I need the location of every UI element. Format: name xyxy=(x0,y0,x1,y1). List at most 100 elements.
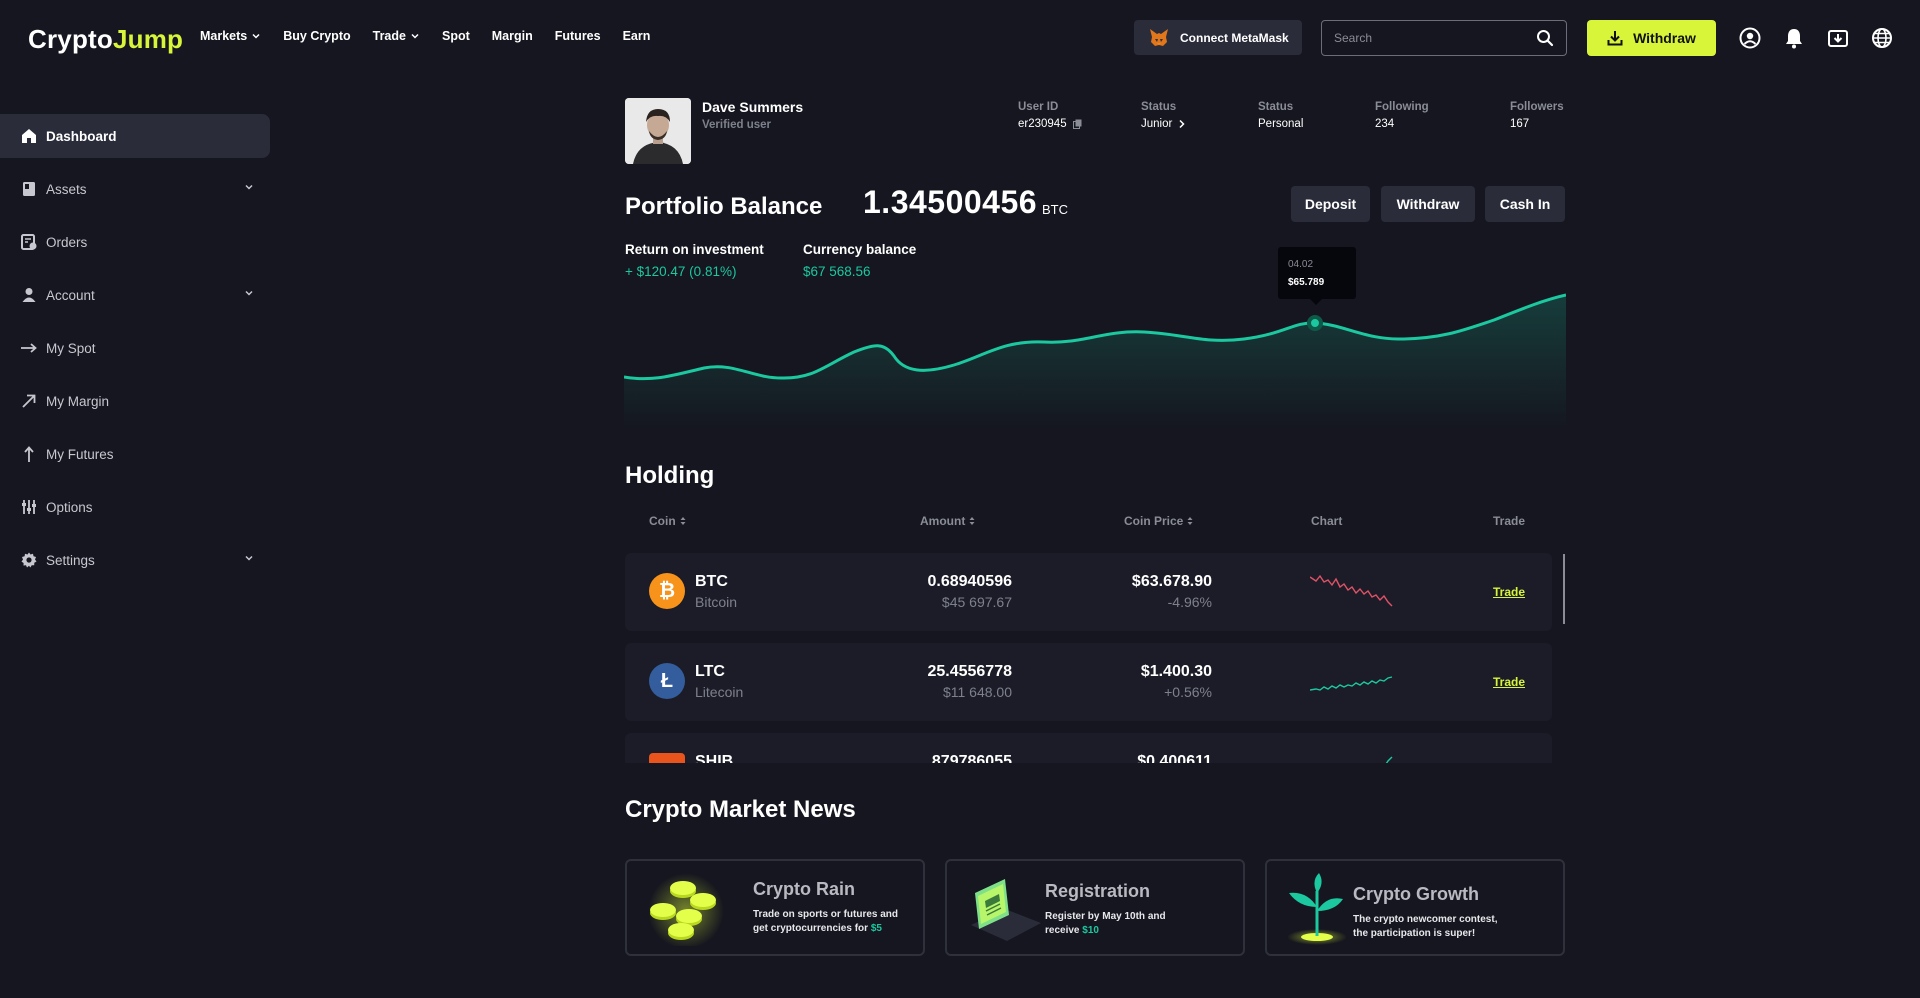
bell-icon[interactable] xyxy=(1782,26,1806,50)
nav-markets[interactable]: Markets xyxy=(200,29,261,43)
sparkline-chart xyxy=(1310,574,1393,607)
sidebar-item-settings[interactable]: Settings xyxy=(0,538,270,582)
nav-label: Markets xyxy=(200,29,248,43)
column-coin[interactable]: Coin xyxy=(649,514,686,528)
news-card-highlight: $5 xyxy=(870,923,882,934)
holdings-list[interactable]: ₿ BTC Bitcoin 0.68940596 $45 697.67 $63.… xyxy=(625,553,1565,763)
nav-label: Earn xyxy=(622,29,651,43)
portfolio-unit: BTC xyxy=(1042,202,1068,217)
sidebar-item-label: Orders xyxy=(46,234,88,250)
connect-metamask-button[interactable]: Connect MetaMask xyxy=(1134,20,1302,55)
news-card-crypto-rain[interactable]: Crypto Rain Trade on sports or futures a… xyxy=(625,859,925,956)
news-card-desc: The crypto newcomer contest, the partici… xyxy=(1353,913,1513,941)
stat-value: 234 xyxy=(1375,118,1395,130)
nav-buy-crypto[interactable]: Buy Crypto xyxy=(283,29,350,43)
coin-amount: 0.68940596 xyxy=(927,573,1012,590)
arrow-up-icon xyxy=(20,445,38,463)
coin-price: $63.678.90 xyxy=(1131,573,1212,590)
chevron-down-icon[interactable] xyxy=(244,553,254,563)
profile-icon[interactable] xyxy=(1738,26,1762,50)
news-card-text: The crypto newcomer contest, the partici… xyxy=(1353,914,1498,939)
search-icon[interactable] xyxy=(1536,29,1554,47)
nav-trade[interactable]: Trade xyxy=(373,29,420,43)
sidebar-item-account[interactable]: Account xyxy=(0,273,270,317)
sidebar-item-label: My Margin xyxy=(46,393,110,409)
stat-label: Followers xyxy=(1510,101,1564,113)
news-card-title: Registration xyxy=(1045,881,1151,901)
column-label: Coin xyxy=(649,514,676,528)
gear-icon xyxy=(20,551,38,569)
stat-following[interactable]: Following 234 xyxy=(1375,101,1429,130)
news-card-registration[interactable]: Registration Register by May 10th and re… xyxy=(945,859,1245,956)
sidebar-item-assets[interactable]: Assets xyxy=(0,167,270,211)
sliders-icon xyxy=(20,498,38,516)
coin-symbol: LTC xyxy=(695,663,725,680)
inbox-download-icon[interactable] xyxy=(1826,26,1850,50)
sidebar-item-orders[interactable]: Orders xyxy=(0,220,270,264)
withdraw-button[interactable]: Withdraw xyxy=(1587,20,1716,56)
coin-change: +0.56% xyxy=(1164,684,1212,700)
sidebar-item-my-margin[interactable]: My Margin xyxy=(0,379,270,423)
chevron-down-icon[interactable] xyxy=(244,182,254,192)
sidebar-item-dashboard[interactable]: Dashboard xyxy=(0,114,270,158)
table-row[interactable]: Ł LTC Litecoin 25.4556778 $11 648.00 $1.… xyxy=(625,643,1552,721)
cash-in-button[interactable]: Cash In xyxy=(1485,186,1565,222)
nav-label: Spot xyxy=(441,29,470,43)
table-row[interactable]: ₿ BTC Bitcoin 0.68940596 $45 697.67 $63.… xyxy=(625,553,1552,631)
withdraw-portfolio-button[interactable]: Withdraw xyxy=(1381,186,1475,222)
portfolio-balance-value: 1.34500456 xyxy=(863,184,1038,220)
coin-symbol: BTC xyxy=(695,573,728,590)
portfolio-chart[interactable] xyxy=(624,240,1566,430)
arrow-up-right-icon xyxy=(20,392,38,410)
nav-margin[interactable]: Margin xyxy=(492,29,533,43)
coin-change: -4.96% xyxy=(1167,594,1212,610)
tooltip-value: $65.789 xyxy=(1288,277,1325,288)
search-box[interactable] xyxy=(1321,20,1567,56)
sidebar-item-options[interactable]: Options xyxy=(0,485,270,529)
table-row[interactable]: SHIB 879786055 $0.400611 xyxy=(625,733,1552,763)
deposit-button[interactable]: Deposit xyxy=(1291,186,1370,222)
home-icon xyxy=(20,127,38,145)
stat-label: User ID xyxy=(1018,101,1059,113)
nav-earn[interactable]: Earn xyxy=(623,29,651,43)
column-coin-price[interactable]: Coin Price xyxy=(1124,514,1193,528)
sidebar-item-my-futures[interactable]: My Futures xyxy=(0,432,270,476)
chart-highlight-point[interactable] xyxy=(1307,315,1323,331)
column-chart: Chart xyxy=(1311,514,1342,528)
logo[interactable]: CryptoJump xyxy=(28,24,183,55)
stat-label: Following xyxy=(1375,101,1429,113)
stat-label: Status xyxy=(1258,101,1294,113)
nav-futures[interactable]: Futures xyxy=(555,29,601,43)
copy-icon[interactable] xyxy=(1072,119,1082,129)
trade-link[interactable]: Trade xyxy=(1493,585,1525,599)
column-amount[interactable]: Amount xyxy=(920,514,975,528)
sidebar-item-label: Settings xyxy=(46,552,95,568)
sidebar-item-label: Account xyxy=(46,287,95,303)
chevron-down-icon[interactable] xyxy=(244,288,254,298)
news-card-title: Crypto Rain xyxy=(753,879,856,899)
sparkline-chart xyxy=(1385,756,1393,763)
chart-area xyxy=(624,295,1566,430)
nav-spot[interactable]: Spot xyxy=(442,29,470,43)
avatar[interactable] xyxy=(625,98,691,164)
orders-icon xyxy=(20,233,38,251)
sidebar-item-label: Dashboard xyxy=(46,128,117,144)
coin-price: $0.400611 xyxy=(1137,753,1212,763)
news-card-desc: Register by May 10th and receive $10 xyxy=(1045,910,1175,938)
coin-name: Bitcoin xyxy=(695,594,738,610)
stat-status-level[interactable]: Status Junior xyxy=(1141,101,1186,130)
holdings-scrollbar[interactable] xyxy=(1563,554,1565,624)
news-card-crypto-growth[interactable]: Crypto Growth The crypto newcomer contes… xyxy=(1265,859,1565,956)
verified-label: Verified user xyxy=(702,119,772,131)
trade-link[interactable]: Trade xyxy=(1493,675,1525,689)
sidebar-item-label: My Futures xyxy=(46,446,114,462)
shiba-icon xyxy=(649,753,685,763)
stat-followers[interactable]: Followers 167 xyxy=(1510,101,1564,130)
globe-icon[interactable] xyxy=(1870,26,1894,50)
sidebar-item-label: Options xyxy=(46,499,93,515)
search-input[interactable] xyxy=(1334,31,1536,45)
user-name: Dave Summers xyxy=(702,99,804,115)
sidebar-item-my-spot[interactable]: My Spot xyxy=(0,326,270,370)
sort-icon xyxy=(969,517,975,525)
news-card-text: Register by May 10th and receive xyxy=(1045,911,1166,936)
